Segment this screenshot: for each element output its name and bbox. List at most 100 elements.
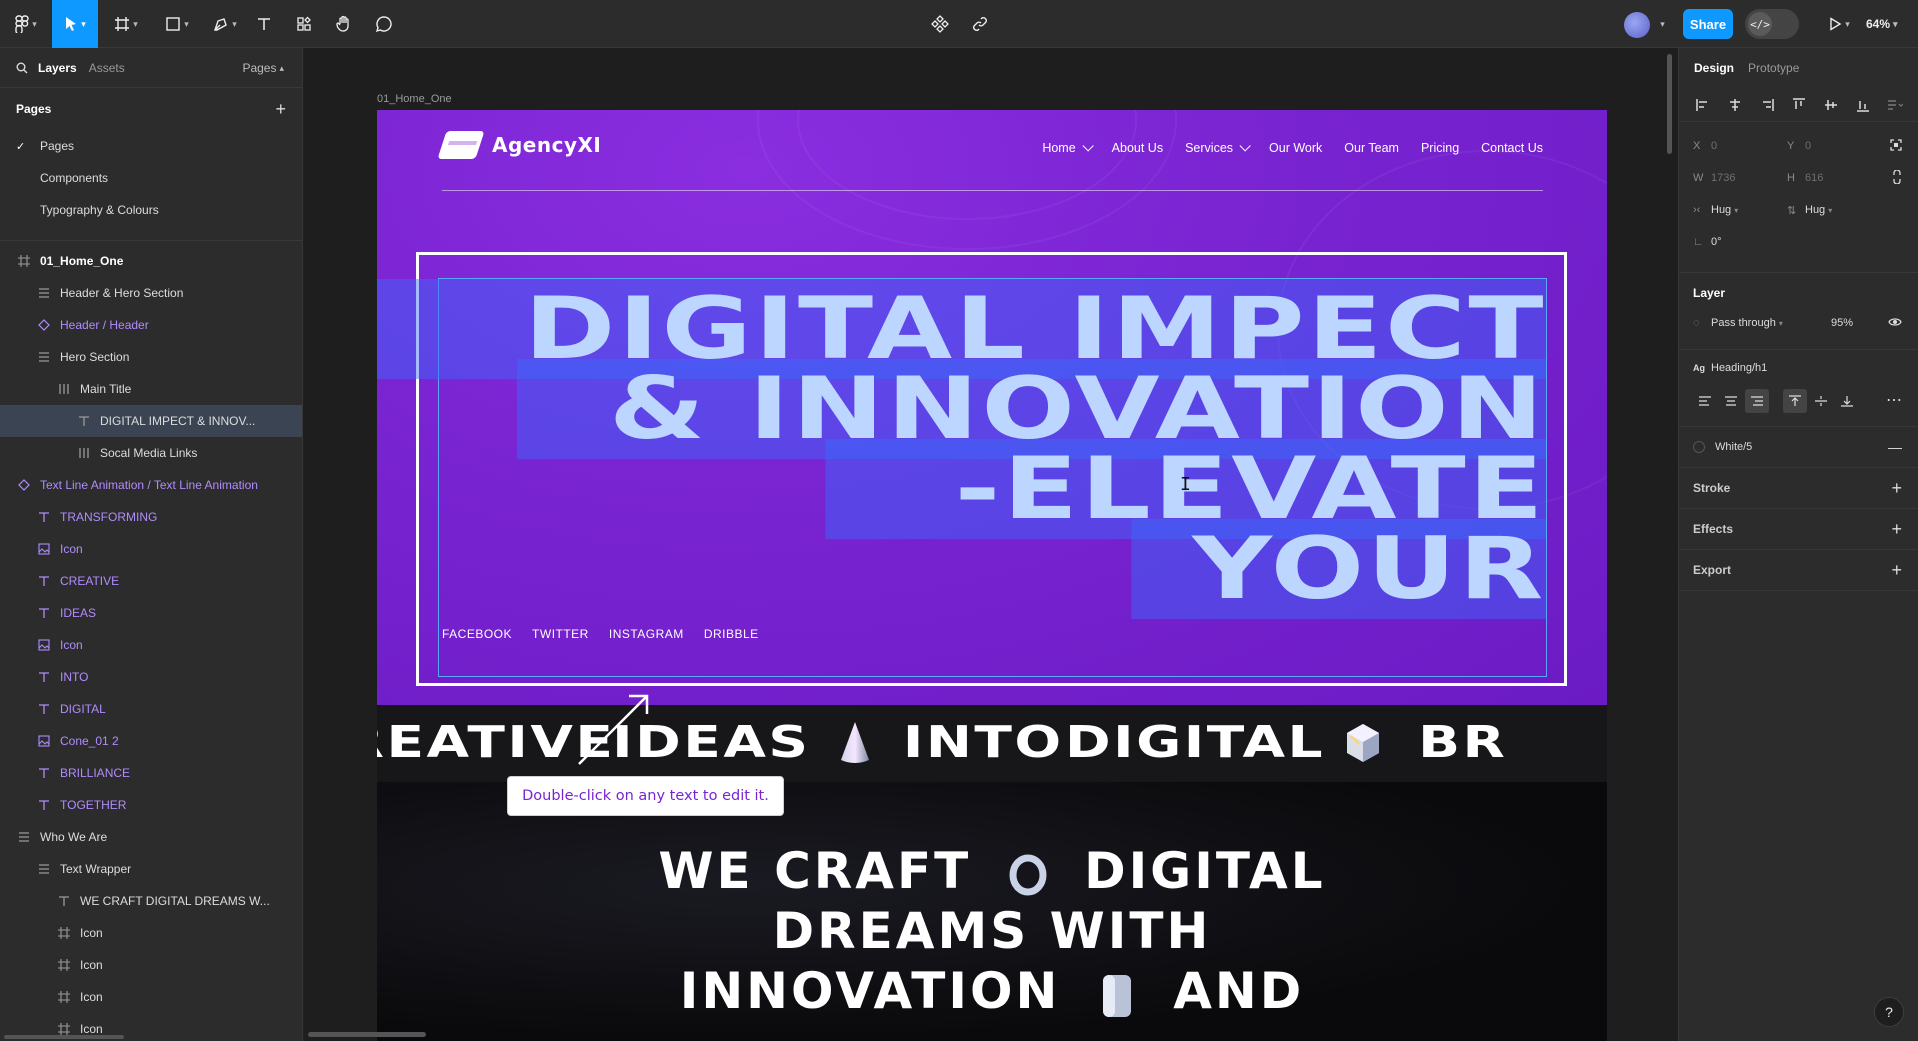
layer-item[interactable]: Icon (0, 949, 302, 981)
shape-tool-button[interactable]: ▾ (158, 0, 196, 48)
pen-tool-button[interactable]: ▾ (206, 0, 244, 48)
frame-tool-button[interactable]: ▾ (106, 0, 146, 48)
layer-item[interactable]: INTO (0, 661, 302, 693)
layer-item[interactable]: Icon (0, 917, 302, 949)
align-vertical-center-icon[interactable] (1819, 93, 1843, 117)
fill-swatch[interactable] (1693, 441, 1705, 453)
page-item[interactable]: Typography & Colours (0, 194, 302, 226)
hero-title-line[interactable]: YOUR (1131, 519, 1546, 619)
fill-style-name[interactable]: White/5 (1715, 441, 1835, 453)
layer-item[interactable]: TOGETHER (0, 789, 302, 821)
nav-item-home[interactable]: Home (1042, 140, 1094, 155)
tab-assets[interactable]: Assets (89, 61, 125, 75)
layer-item[interactable]: Icon (0, 981, 302, 1013)
help-button[interactable]: ? (1874, 997, 1904, 1027)
present-button[interactable]: ▾ (1822, 0, 1856, 48)
hero-title-container[interactable]: DIGITAL IMPECT & INNOVATION -ELEVATE YOU… (377, 252, 1567, 686)
social-link-twitter[interactable]: TWITTER (532, 627, 589, 641)
main-menu-button[interactable]: ▾ (8, 0, 44, 48)
who-we-are-heading-line[interactable]: DREAMS WITH (377, 902, 1607, 960)
search-icon[interactable] (16, 62, 28, 74)
layer-item[interactable]: IDEAS (0, 597, 302, 629)
social-link-instagram[interactable]: INSTAGRAM (609, 627, 684, 641)
layer-item[interactable]: Main Title (0, 373, 302, 405)
layer-item[interactable]: Socal Media Links (0, 437, 302, 469)
layer-item[interactable]: Hero Section (0, 341, 302, 373)
nav-item-pricing[interactable]: Pricing (1421, 141, 1459, 155)
text-style-name[interactable]: Heading/h1 (1711, 362, 1851, 374)
logo[interactable]: AgencyXI (437, 131, 601, 159)
comment-tool-button[interactable] (372, 0, 396, 48)
text-align-left-icon[interactable] (1693, 389, 1717, 413)
vertical-align-top-icon[interactable] (1783, 389, 1807, 413)
remove-fill-icon[interactable]: — (1888, 439, 1902, 455)
layer-item[interactable]: TRANSFORMING (0, 501, 302, 533)
who-we-are-heading-line[interactable]: WE CRAFT DIGITAL (377, 842, 1607, 900)
constrain-proportions-icon[interactable] (1892, 168, 1902, 187)
layer-item[interactable]: Header & Hero Section (0, 277, 302, 309)
page-item[interactable]: Components (0, 162, 302, 194)
hand-tool-button[interactable] (332, 0, 356, 48)
vertical-scrollbar[interactable] (1667, 54, 1672, 154)
tab-prototype[interactable]: Prototype (1748, 61, 1799, 75)
nav-item-services[interactable]: Services (1185, 140, 1251, 155)
selected-text-bounds[interactable]: DIGITAL IMPECT & INNOVATION -ELEVATE YOU… (377, 278, 1547, 677)
horizontal-scrollbar[interactable] (4, 1035, 124, 1039)
width-input[interactable]: 1736 (1711, 172, 1787, 184)
x-input[interactable]: 0 (1711, 140, 1787, 152)
layer-item[interactable]: Text Line Animation / Text Line Animatio… (0, 469, 302, 501)
absolute-position-icon[interactable] (1890, 138, 1902, 154)
align-right-icon[interactable] (1755, 93, 1779, 117)
layer-item[interactable]: Who We Are (0, 821, 302, 853)
distribute-icon[interactable] (1883, 93, 1907, 117)
vertical-align-bottom-icon[interactable] (1835, 389, 1859, 413)
resources-tool-button[interactable] (292, 0, 316, 48)
text-align-center-icon[interactable] (1719, 389, 1743, 413)
add-effect-icon[interactable]: + (1891, 519, 1902, 540)
user-avatar[interactable] (1624, 12, 1650, 38)
add-export-icon[interactable]: + (1891, 560, 1902, 581)
text-line-animation[interactable]: REATIVE IDEAS INTO DIGITAL BR (377, 705, 1607, 782)
canvas[interactable]: 01_Home_One AgencyXI Home About Us Servi… (304, 48, 1678, 1041)
social-link-facebook[interactable]: FACEBOOK (442, 627, 512, 641)
layer-item[interactable]: DIGITAL (0, 693, 302, 725)
dev-mode-toggle[interactable]: </> (1745, 9, 1799, 39)
align-left-icon[interactable] (1691, 93, 1715, 117)
horizontal-sizing-select[interactable]: Hug ▾ (1711, 204, 1787, 216)
vertical-sizing-select[interactable]: Hug ▾ (1805, 204, 1881, 216)
y-input[interactable]: 0 (1805, 140, 1881, 152)
align-top-icon[interactable] (1787, 93, 1811, 117)
layer-item[interactable]: WE CRAFT DIGITAL DREAMS W... (0, 885, 302, 917)
frame-01-home-one[interactable]: AgencyXI Home About Us Services Our Work… (377, 110, 1607, 1041)
layer-item[interactable]: BRILLIANCE (0, 757, 302, 789)
eye-icon[interactable] (1888, 316, 1902, 330)
link-button[interactable] (968, 0, 992, 48)
pages-toggle[interactable]: Pages ▴ (242, 48, 284, 88)
who-we-are-heading-line[interactable]: INNOVATION AND (377, 962, 1607, 1020)
social-link-dribble[interactable]: DRIBBLE (704, 627, 759, 641)
layer-item[interactable]: 01_Home_One (0, 245, 302, 277)
share-button[interactable]: Share (1683, 9, 1733, 39)
horizontal-scrollbar[interactable] (308, 1032, 426, 1037)
blend-mode-select[interactable]: Pass through ▾ (1711, 317, 1831, 329)
rotation-input[interactable]: 0° (1711, 236, 1787, 248)
text-align-right-icon[interactable] (1745, 389, 1769, 413)
text-style-row[interactable]: Ag Heading/h1 (1679, 350, 1918, 386)
nav-item-our-team[interactable]: Our Team (1344, 141, 1399, 155)
nav-item-our-work[interactable]: Our Work (1269, 141, 1322, 155)
hero-section[interactable]: AgencyXI Home About Us Services Our Work… (377, 110, 1607, 705)
layer-item[interactable]: Icon (0, 533, 302, 565)
add-page-icon[interactable]: + (275, 99, 286, 120)
height-input[interactable]: 616 (1805, 172, 1881, 184)
tab-layers[interactable]: Layers (38, 61, 77, 75)
more-options-icon[interactable]: ⋯ (1886, 390, 1902, 410)
component-tool-button[interactable] (928, 0, 952, 48)
tab-design[interactable]: Design (1694, 61, 1734, 75)
layer-item[interactable]: DIGITAL IMPECT & INNOV... (0, 405, 302, 437)
chevron-down-icon[interactable]: ▾ (1654, 0, 1668, 48)
layer-item[interactable]: Icon (0, 629, 302, 661)
page-item[interactable]: ✓ Pages (0, 130, 302, 162)
frame-label[interactable]: 01_Home_One (377, 93, 452, 105)
move-tool-button[interactable]: ▾ (52, 0, 98, 48)
text-tool-button[interactable] (252, 0, 276, 48)
